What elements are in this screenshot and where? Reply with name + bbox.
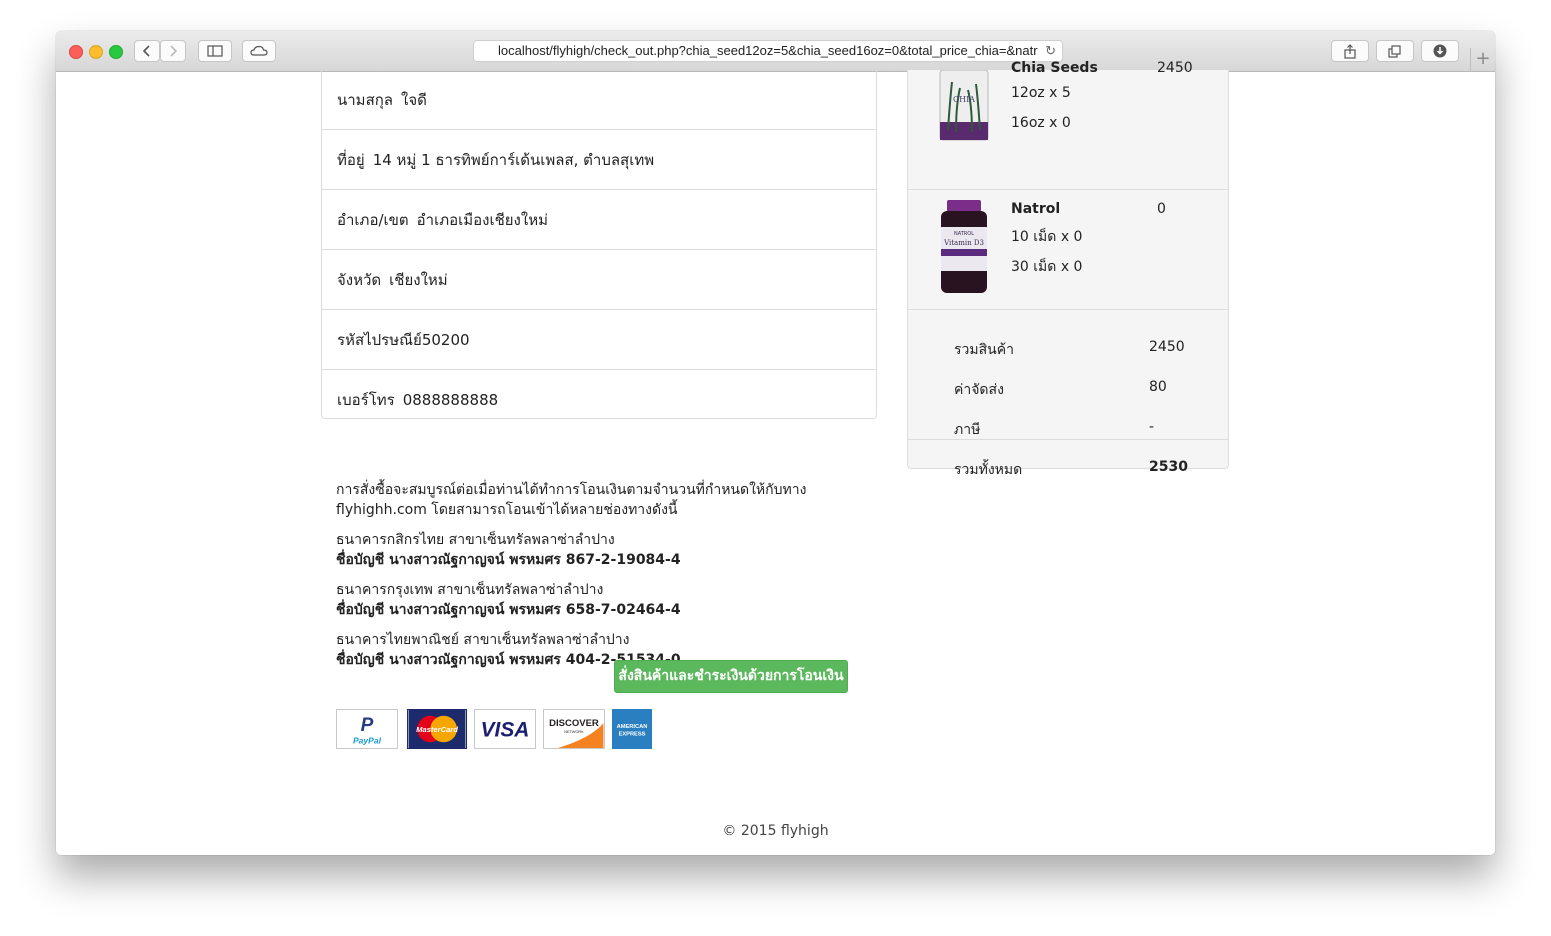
account-info: ชื่อบัญชี นางสาวณัฐกาญจน์ พรหมศร 658-7-0… bbox=[336, 602, 681, 618]
bank-name: ธนาคารกสิกรไทย สาขาเซ็นทรัลพลาซ่าลำปาง bbox=[336, 532, 615, 548]
address-row-province: จังหวัด เชียงใหม่ bbox=[322, 250, 876, 310]
total-value: 2530 bbox=[1149, 459, 1188, 475]
tax-value: - bbox=[1149, 419, 1155, 435]
product-option: 10 เม็ด x 0 bbox=[1011, 229, 1083, 245]
address-row-address: ที่อยู่ 14 หมู่ 1 ธารทิพย์การ์เด้นเพลส, … bbox=[322, 130, 876, 190]
address-value: 0888888888 bbox=[402, 391, 499, 409]
visa-text: VISA bbox=[481, 719, 530, 742]
address-value: 14 หมู่ 1 ธารทิพย์การ์เด้นเพลส, ตำบลสุเท… bbox=[372, 150, 655, 169]
amex-text-line2: EXPRESS bbox=[619, 732, 646, 738]
chia-seeds-product-image: CHIA bbox=[939, 70, 989, 141]
shipping-row: ค่าจัดส่ง 80 bbox=[954, 379, 1228, 399]
address-row-district: อำเภอ/เขต อำเภอเมืองเชียงใหม่ bbox=[322, 190, 876, 250]
tax-row: ภาษี - bbox=[954, 419, 1228, 439]
paypal-logo: P PayPal bbox=[336, 709, 398, 749]
address-bar[interactable]: localhost/flyhigh/check_out.php?chia_see… bbox=[473, 40, 1063, 62]
back-button[interactable] bbox=[134, 40, 160, 62]
natrol-product-image: NATROL Vitamin D3 bbox=[941, 200, 987, 293]
address-label: ที่อยู่ bbox=[337, 150, 365, 169]
bank-account-kasikorn: ธนาคารกสิกรไทย สาขาเซ็นทรัลพลาซ่าลำปาง ช… bbox=[336, 530, 896, 570]
bank-name: ธนาคารกรุงเทพ สาขาเซ็นทรัลพลาซ่าลำปาง bbox=[336, 582, 604, 598]
maximize-window-button[interactable] bbox=[109, 45, 123, 59]
subtotal-row: รวมสินค้า 2450 bbox=[954, 339, 1228, 359]
browser-window: localhost/flyhigh/check_out.php?chia_see… bbox=[56, 31, 1495, 855]
address-label: จังหวัด bbox=[337, 270, 382, 289]
shipping-address-list: นามสกุล ใจดี ที่อยู่ 14 หมู่ 1 ธารทิพย์ก… bbox=[321, 70, 877, 419]
place-order-bank-transfer-button[interactable]: สั่งสินค้าและชำระเงินด้วยการโอนเงิน bbox=[614, 660, 848, 693]
tax-label: ภาษี bbox=[954, 422, 981, 438]
bank-name: ธนาคารไทยพาณิชย์ สาขาเซ็นทรัลพลาซ่าลำปาง bbox=[336, 632, 630, 648]
shipping-value: 80 bbox=[1149, 379, 1167, 395]
payment-instructions: การสั่งซื้อจะสมบูรณ์ต่อเมื่อท่านได้ทำการ… bbox=[336, 480, 896, 680]
product-price: 0 bbox=[1157, 201, 1166, 217]
discover-logo: DISCOVER NETWORK bbox=[543, 709, 605, 749]
sidebar-icon bbox=[207, 45, 223, 57]
order-summary-panel: CHIA Chia Seeds 2450 12oz x 5 16oz x 0 N… bbox=[907, 60, 1229, 478]
bank-account-bangkok: ธนาคารกรุงเทพ สาขาเซ็นทรัลพลาซ่าลำปาง ชื… bbox=[336, 580, 896, 620]
address-row-surname: นามสกุล ใจดี bbox=[322, 70, 876, 130]
tabs-icon bbox=[1388, 44, 1401, 58]
mastercard-text: MasterCard bbox=[416, 725, 458, 734]
total-label: รวมทั้งหมด bbox=[954, 462, 1023, 478]
address-row-phone: เบอร์โทร 0888888888 bbox=[322, 370, 876, 430]
forward-button[interactable] bbox=[160, 40, 186, 62]
paypal-text: PayPal bbox=[353, 735, 382, 745]
cart-item-natrol: NATROL Vitamin D3 Natrol 0 10 เม็ด x 0 3… bbox=[908, 190, 1228, 310]
product-name: Natrol bbox=[1011, 201, 1061, 217]
address-label: นามสกุล bbox=[337, 90, 393, 109]
subtotal-label: รวมสินค้า bbox=[954, 342, 1014, 358]
address-label: อำเภอ/เขต bbox=[337, 210, 409, 229]
shipping-label: ค่าจัดส่ง bbox=[954, 382, 1004, 398]
browser-toolbar: localhost/flyhigh/check_out.php?chia_see… bbox=[56, 31, 1495, 72]
visa-logo: VISA bbox=[474, 709, 536, 749]
divider bbox=[908, 439, 1228, 440]
mastercard-logo: MasterCard bbox=[407, 709, 467, 749]
reload-icon[interactable]: ↻ bbox=[1045, 41, 1056, 61]
tab-overview-button[interactable] bbox=[1376, 40, 1414, 62]
account-info: ชื่อบัญชี นางสาวณัฐกาญจน์ พรหมศร 867-2-1… bbox=[336, 552, 681, 568]
download-icon bbox=[1433, 44, 1447, 58]
address-value: 50200 bbox=[421, 330, 470, 349]
product-option: 30 เม็ด x 0 bbox=[1011, 259, 1083, 275]
downloads-button[interactable] bbox=[1421, 40, 1459, 62]
cart-item-chia: CHIA Chia Seeds 2450 12oz x 5 16oz x 0 bbox=[908, 60, 1228, 190]
product-name: Chia Seeds bbox=[1011, 60, 1098, 76]
share-icon bbox=[1344, 43, 1356, 59]
american-express-logo: AMERICAN EXPRESS bbox=[612, 709, 652, 749]
svg-text:P: P bbox=[361, 715, 374, 736]
chia-brand-text: CHIA bbox=[953, 95, 975, 104]
product-option: 16oz x 0 bbox=[1011, 115, 1071, 131]
plus-icon: + bbox=[1475, 48, 1491, 69]
address-value: ใจดี bbox=[401, 90, 427, 109]
address-label: รหัสไปรษณีย์ bbox=[337, 330, 422, 349]
new-tab-button[interactable]: + bbox=[1470, 48, 1495, 71]
sidebar-toggle-button[interactable] bbox=[198, 40, 232, 62]
icloud-tabs-button[interactable] bbox=[242, 40, 276, 62]
chevron-left-icon bbox=[142, 45, 150, 57]
address-label: เบอร์โทร bbox=[337, 391, 395, 409]
page-content: นามสกุล ใจดี ที่อยู่ 14 หมู่ 1 ธารทิพย์ก… bbox=[56, 60, 1495, 855]
page-footer: © 2015 flyhigh bbox=[722, 823, 829, 839]
payment-intro: การสั่งซื้อจะสมบูรณ์ต่อเมื่อท่านได้ทำการ… bbox=[336, 482, 807, 518]
total-row: รวมทั้งหมด 2530 bbox=[954, 459, 1228, 479]
cloud-icon bbox=[250, 45, 268, 56]
discover-text: DISCOVER bbox=[549, 718, 599, 729]
natrol-product-text: Vitamin D3 bbox=[943, 239, 984, 247]
natrol-brand-text: NATROL bbox=[954, 231, 974, 237]
address-value: อำเภอเมืองเชียงใหม่ bbox=[416, 210, 548, 229]
chevron-right-icon bbox=[170, 45, 178, 57]
address-row-postcode: รหัสไปรษณีย์ 50200 bbox=[322, 310, 876, 370]
product-price: 2450 bbox=[1157, 60, 1193, 76]
url-text: localhost/flyhigh/check_out.php?chia_see… bbox=[498, 43, 1038, 58]
share-button[interactable] bbox=[1331, 40, 1369, 62]
amex-text-line1: AMERICAN bbox=[617, 724, 648, 730]
product-option: 12oz x 5 bbox=[1011, 85, 1071, 101]
close-window-button[interactable] bbox=[69, 45, 83, 59]
minimize-window-button[interactable] bbox=[89, 45, 103, 59]
discover-sub-text: NETWORK bbox=[564, 730, 584, 734]
subtotal-value: 2450 bbox=[1149, 339, 1185, 355]
address-value: เชียงใหม่ bbox=[389, 270, 448, 289]
